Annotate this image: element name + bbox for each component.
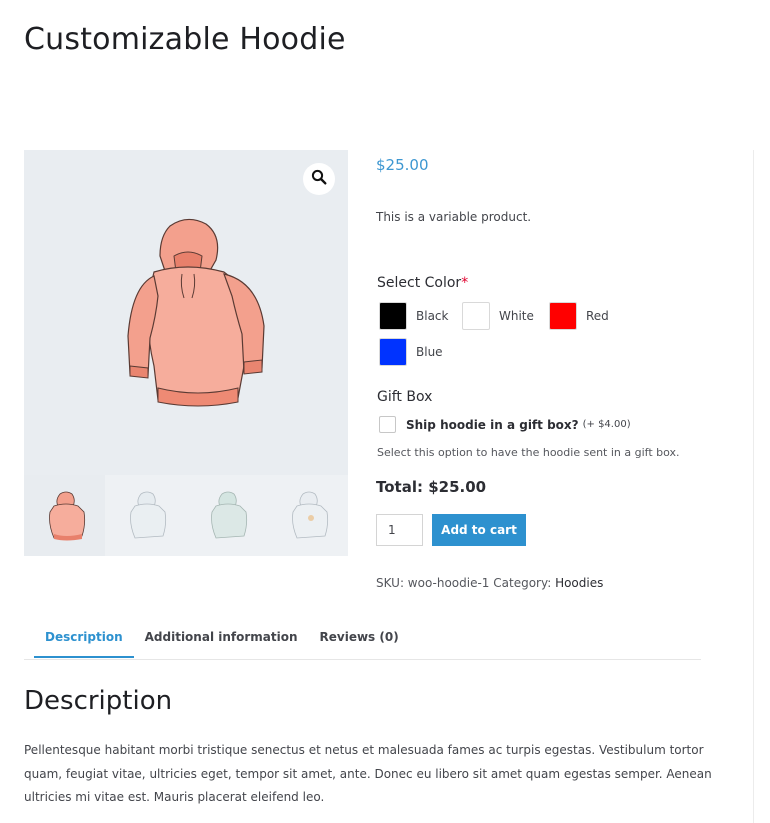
- thumbnail-white[interactable]: [105, 475, 186, 556]
- tab-reviews[interactable]: Reviews (0): [309, 630, 410, 658]
- gift-box-option[interactable]: Ship hoodie in a gift box? (+ $4.00): [379, 416, 631, 433]
- magnifier-icon: [311, 169, 327, 189]
- short-description: This is a variable product.: [376, 210, 532, 224]
- sku-text: SKU: woo-hoodie-1 Category:: [376, 576, 556, 590]
- tab-additional-information[interactable]: Additional information: [134, 630, 309, 658]
- gift-box-label: Gift Box: [377, 389, 433, 405]
- product-meta: SKU: woo-hoodie-1 Category: Hoodies: [376, 576, 603, 590]
- thumbnail-strip: [24, 475, 348, 556]
- gift-box-checkbox[interactable]: [379, 416, 396, 433]
- add-to-cart-button[interactable]: Add to cart: [432, 514, 526, 546]
- thumbnail-pink[interactable]: [24, 475, 105, 556]
- hoodie-illustration: [127, 218, 265, 407]
- tabs-divider: [24, 659, 701, 660]
- hoodie-thumb-icon: [291, 491, 328, 538]
- total-price: Total: $25.00: [376, 478, 487, 496]
- color-box: [379, 302, 407, 330]
- thumbnail-white-logo[interactable]: [267, 475, 348, 556]
- description-body: Pellentesque habitant morbi tristique se…: [24, 743, 712, 804]
- zoom-button[interactable]: [303, 163, 335, 195]
- hoodie-thumb-icon: [129, 491, 166, 538]
- quantity-input[interactable]: [376, 514, 423, 546]
- swatch-white[interactable]: White: [462, 302, 534, 330]
- gift-box-option-label[interactable]: Ship hoodie in a gift box?: [406, 418, 579, 432]
- color-box: [379, 338, 407, 366]
- swatch-label: Red: [586, 309, 609, 323]
- description-heading: Description: [24, 686, 173, 716]
- color-box: [462, 302, 490, 330]
- swatch-label: Blue: [416, 345, 443, 359]
- tab-description[interactable]: Description: [34, 630, 134, 658]
- swatch-label: White: [499, 309, 534, 323]
- swatch-black[interactable]: Black: [379, 302, 448, 330]
- color-label-text: Select Color: [377, 275, 462, 291]
- swatch-label: Black: [416, 309, 449, 323]
- content-divider: [753, 150, 754, 823]
- product-tabs: Description Additional information Revie…: [34, 630, 410, 658]
- category-link[interactable]: Hoodies: [555, 576, 603, 590]
- hoodie-thumb-icon: [210, 491, 247, 538]
- color-box: [549, 302, 577, 330]
- swatch-blue[interactable]: Blue: [379, 338, 443, 366]
- thumbnail-green[interactable]: [186, 475, 267, 556]
- color-field-label: Select Color*: [377, 275, 468, 291]
- page-title: Customizable Hoodie: [24, 22, 346, 57]
- required-mark: *: [461, 275, 469, 291]
- product-image[interactable]: [24, 150, 348, 475]
- swatch-red[interactable]: Red: [549, 302, 609, 330]
- gift-box-price: (+ $4.00): [582, 419, 631, 430]
- product-price: $25.00: [376, 156, 429, 174]
- gift-box-help: Select this option to have the hoodie se…: [377, 446, 680, 459]
- hoodie-thumb-icon: [48, 491, 85, 540]
